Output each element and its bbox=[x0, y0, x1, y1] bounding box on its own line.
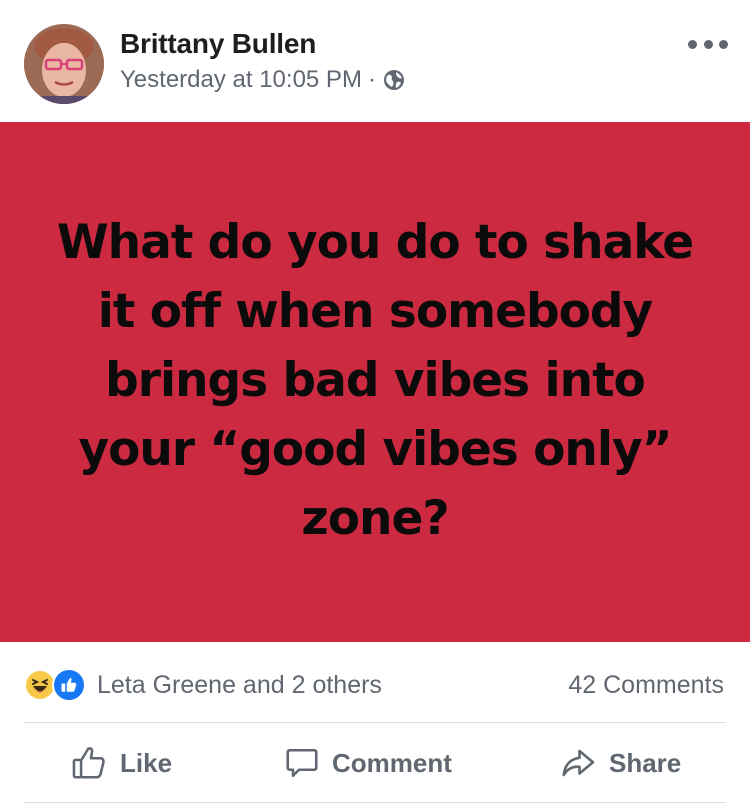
comment-icon bbox=[286, 748, 318, 778]
share-label: Share bbox=[609, 747, 682, 778]
comment-button[interactable]: Comment bbox=[284, 724, 452, 802]
bottom-divider bbox=[24, 802, 726, 803]
action-bar: Like Comment Share bbox=[0, 724, 750, 802]
reactions-summary[interactable]: Leta Greene and 2 others bbox=[97, 671, 382, 700]
post-timestamp[interactable]: Yesterday at 10:05 PM bbox=[120, 66, 362, 94]
author-name[interactable]: Brittany Bullen bbox=[120, 28, 316, 60]
meta-separator: · bbox=[367, 66, 376, 93]
share-arrow-icon bbox=[562, 749, 595, 777]
like-label: Like bbox=[120, 747, 173, 778]
share-button[interactable]: Share bbox=[559, 724, 681, 802]
reactions-bar: Leta Greene and 2 others 42 Comments bbox=[0, 642, 750, 724]
post-text: What do you do to shake it off when some… bbox=[56, 214, 694, 546]
post-meta: Yesterday at 10:05 PM · bbox=[120, 66, 406, 94]
like-button[interactable]: Like bbox=[70, 724, 172, 802]
more-options-icon[interactable] bbox=[688, 34, 728, 54]
like-icon bbox=[52, 668, 86, 702]
post-content-banner: What do you do to shake it off when some… bbox=[0, 122, 750, 642]
reaction-icons[interactable] bbox=[24, 668, 92, 702]
author-avatar[interactable] bbox=[24, 24, 104, 104]
comments-count[interactable]: 42 Comments bbox=[568, 671, 724, 700]
thumbs-up-icon bbox=[72, 747, 105, 779]
post-header: Brittany Bullen Yesterday at 10:05 PM · bbox=[0, 0, 750, 122]
feed-post: Brittany Bullen Yesterday at 10:05 PM · … bbox=[0, 0, 750, 806]
divider bbox=[24, 722, 726, 723]
globe-icon[interactable] bbox=[382, 68, 406, 92]
comment-label: Comment bbox=[332, 747, 452, 778]
